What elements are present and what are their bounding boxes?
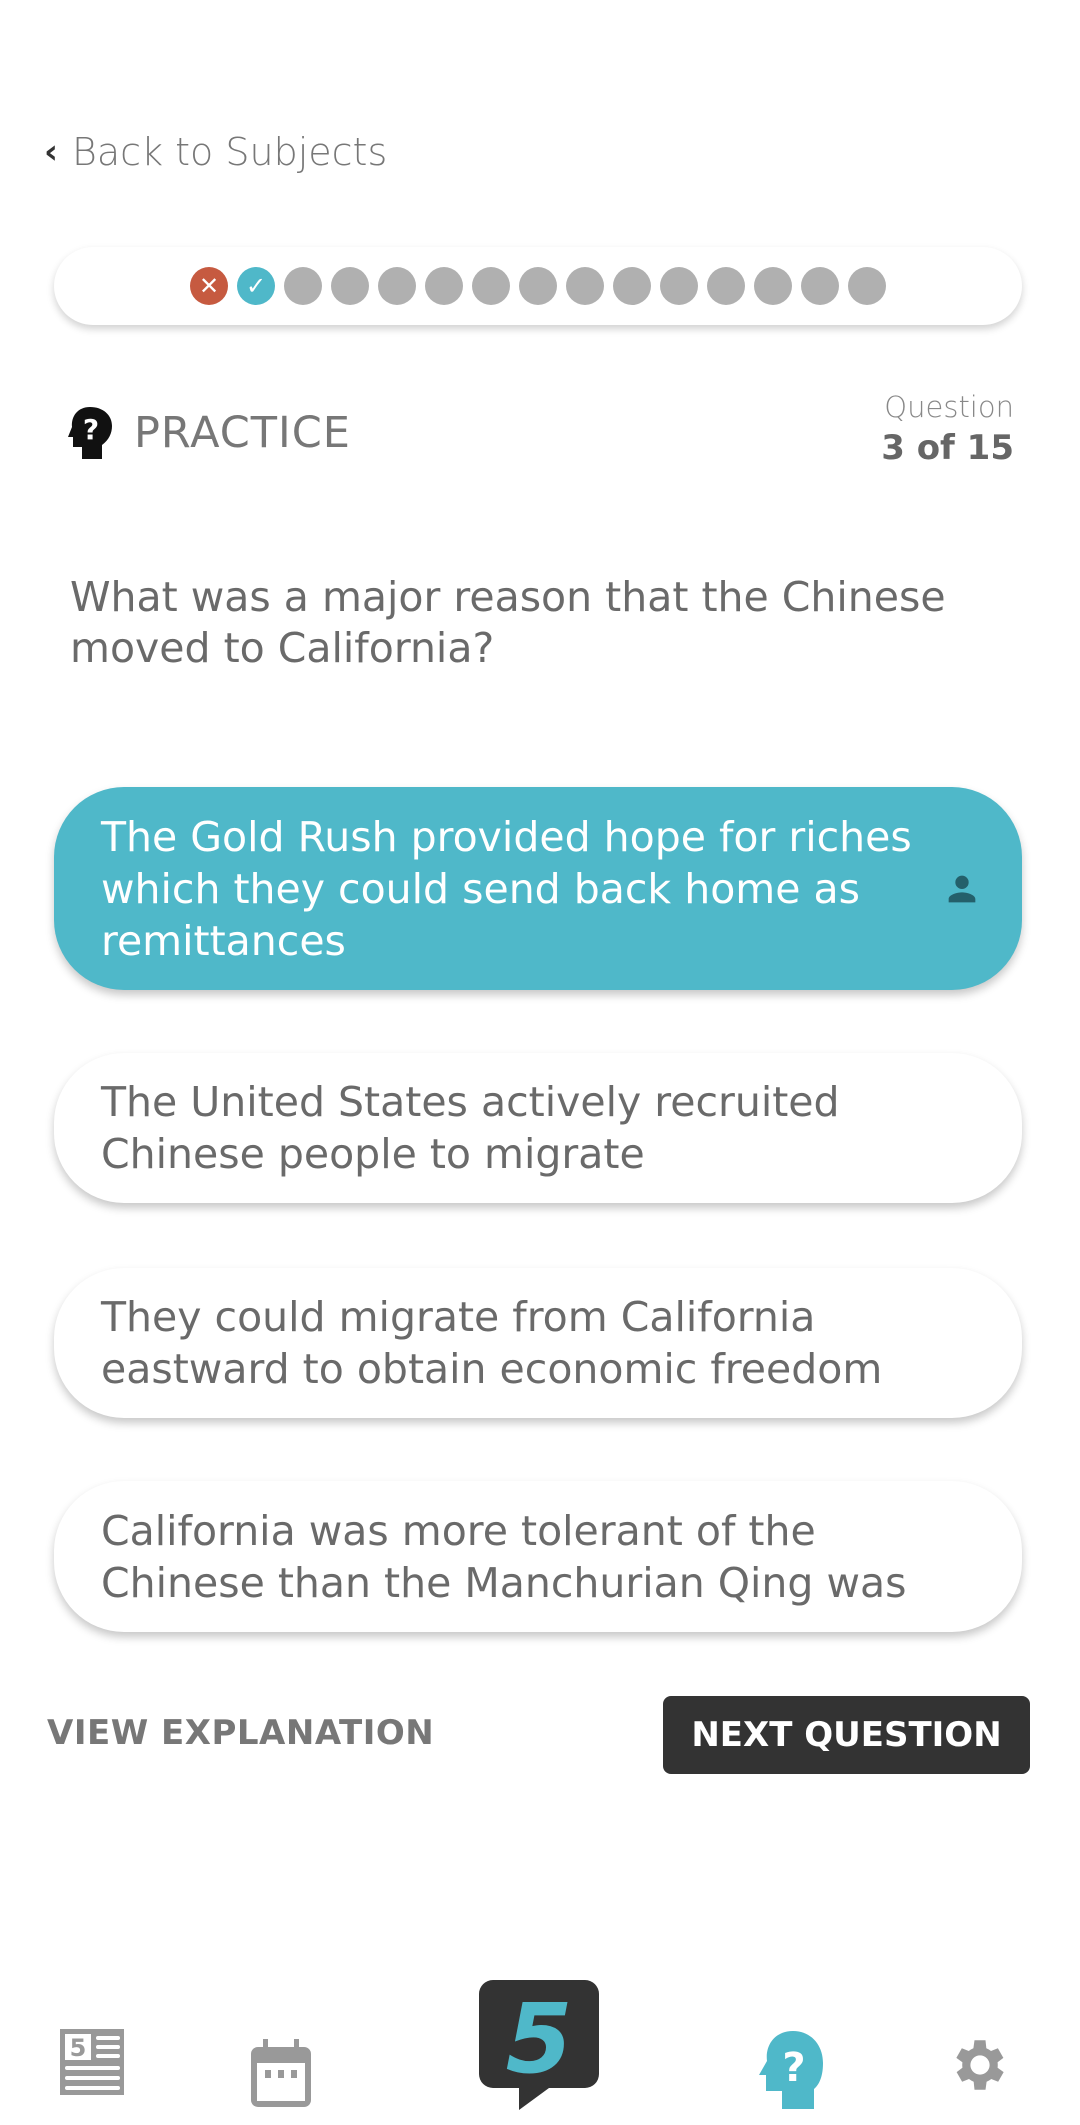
progress-dot xyxy=(331,267,369,305)
svg-text:5: 5 xyxy=(70,2034,87,2062)
mode-label: PRACTICE xyxy=(134,408,351,458)
question-count: 3 of 15 xyxy=(881,428,1014,468)
next-question-button[interactable]: NEXT QUESTION xyxy=(663,1696,1030,1774)
progress-dot xyxy=(801,267,839,305)
progress-dot xyxy=(284,267,322,305)
progress-dot xyxy=(613,267,651,305)
progress-dot-correct: ✓ xyxy=(237,267,275,305)
head-question-icon: ? xyxy=(68,407,112,459)
svg-text:?: ? xyxy=(782,2045,805,2091)
nav-home-logo[interactable]: 5 xyxy=(479,1980,599,2110)
progress-dot xyxy=(566,267,604,305)
calendar-icon xyxy=(251,2039,311,2107)
progress-dot xyxy=(425,267,463,305)
answer-text: The United States actively recruited Chi… xyxy=(101,1078,840,1178)
answer-option-3[interactable]: They could migrate from California eastw… xyxy=(54,1268,1022,1418)
news-icon: 5 xyxy=(60,2029,124,2095)
progress-dot xyxy=(472,267,510,305)
nav-calendar[interactable] xyxy=(250,2038,312,2108)
progress-tracker: ✕ ✓ xyxy=(54,247,1022,325)
chevron-left-icon: ‹ xyxy=(44,132,59,172)
answer-text: California was more tolerant of the Chin… xyxy=(101,1506,907,1607)
nav-news[interactable]: 5 xyxy=(58,2028,126,2096)
user-selected-icon xyxy=(948,875,976,902)
question-text: What was a major reason that the Chinese… xyxy=(70,573,946,672)
mode-header: ? PRACTICE xyxy=(66,405,351,461)
question-counter: Question 3 of 15 xyxy=(881,390,1014,468)
answer-text: They could migrate from California eastw… xyxy=(101,1293,883,1393)
progress-dot xyxy=(754,267,792,305)
progress-dot xyxy=(848,267,886,305)
nav-practice[interactable]: ? xyxy=(755,2030,825,2110)
progress-dot xyxy=(519,267,557,305)
gear-icon xyxy=(956,2040,1004,2090)
progress-dot-incorrect: ✕ xyxy=(190,267,228,305)
answer-option-2[interactable]: The United States actively recruited Chi… xyxy=(54,1053,1022,1203)
question-label: Question xyxy=(884,390,1014,424)
answer-text: The Gold Rush provided hope for riches w… xyxy=(101,812,912,965)
svg-text:?: ? xyxy=(83,413,99,446)
head-question-icon-active: ? xyxy=(759,2031,823,2109)
nav-settings[interactable] xyxy=(945,2030,1015,2100)
logo-5-icon: 5 xyxy=(479,1980,599,2110)
svg-text:5: 5 xyxy=(506,1983,573,2095)
back-label: Back to Subjects xyxy=(72,130,388,174)
progress-dot xyxy=(707,267,745,305)
back-to-subjects-link[interactable]: ‹ Back to Subjects xyxy=(44,130,387,174)
progress-dot xyxy=(660,267,698,305)
answer-option-1[interactable]: The Gold Rush provided hope for riches w… xyxy=(54,787,1022,990)
view-explanation-button[interactable]: VIEW EXPLANATION xyxy=(47,1713,434,1753)
answer-option-4[interactable]: California was more tolerant of the Chin… xyxy=(54,1481,1022,1632)
progress-dot xyxy=(378,267,416,305)
